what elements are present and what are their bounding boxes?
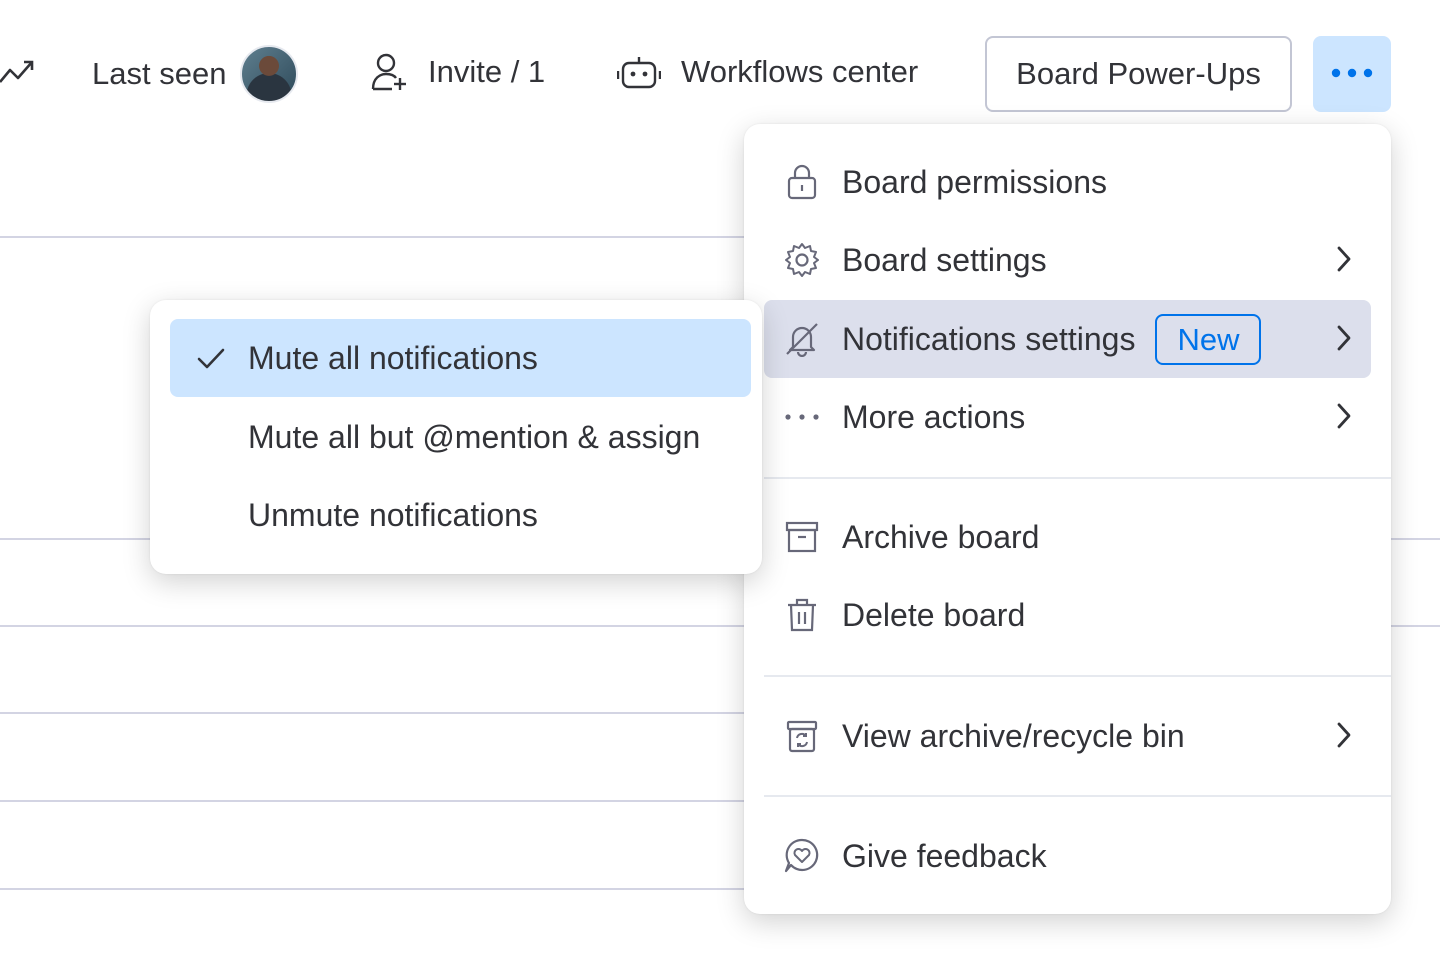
menu-item-label: More actions [842,398,1026,435]
menu-item-label: Delete board [842,596,1026,633]
board-row-divider [0,236,744,238]
chevron-right-icon [1333,240,1355,286]
board-row-divider [0,888,744,890]
menu-item-label: View archive/recycle bin [842,717,1185,754]
menu-item-board-settings[interactable]: Board settings [764,221,1371,299]
invite-button[interactable]: Invite / 1 [370,52,545,92]
menu-divider [764,477,1391,479]
menu-item-archive-board[interactable]: Archive board [764,498,1371,576]
menu-divider [764,795,1391,797]
chevron-right-icon [1333,716,1355,762]
submenu-item-mute-all-but-mention[interactable]: Mute all but @mention & assign [170,398,751,476]
board-row-divider [0,538,150,540]
invite-label: Invite / 1 [428,54,546,89]
chevron-right-icon [1333,397,1355,443]
checkmark-icon [196,344,226,381]
menu-item-notifications-settings[interactable]: Notifications settings New [764,300,1371,378]
board-power-ups-button[interactable]: Board Power-Ups [985,36,1292,112]
add-user-icon [370,52,408,92]
submenu-item-label: Unmute notifications [248,496,538,533]
menu-item-view-archive-recycle-bin[interactable]: View archive/recycle bin [764,697,1371,775]
menu-item-label: Give feedback [842,837,1047,874]
lock-icon [782,162,822,202]
menu-item-label: Board settings [842,241,1047,278]
menu-item-more-actions[interactable]: More actions [764,378,1371,456]
ellipsis-icon [1330,67,1374,82]
menu-item-label: Notifications settings [842,320,1136,357]
menu-item-give-feedback[interactable]: Give feedback [764,817,1371,895]
board-options-menu: Board permissions Board settings Notific… [744,124,1391,914]
last-seen-label: Last seen [92,56,227,91]
submenu-item-mute-all[interactable]: Mute all notifications [170,319,751,397]
board-row-divider [0,625,744,627]
ellipsis-icon [782,397,822,437]
robot-icon [617,52,661,92]
last-seen-button[interactable]: Last seen [92,45,299,103]
feedback-icon [782,836,822,876]
trash-icon [782,595,822,635]
avatar [240,45,299,103]
board-row-divider [0,712,744,714]
recycle-bin-icon [782,716,822,756]
menu-item-board-permissions[interactable]: Board permissions [764,143,1371,221]
workflows-label: Workflows center [681,54,919,89]
new-badge: New [1155,313,1262,365]
workflows-center-button[interactable]: Workflows center [617,52,918,92]
board-row-divider [1391,625,1440,627]
board-row-divider [1391,538,1440,540]
chevron-right-icon [1333,319,1355,365]
submenu-item-label: Mute all notifications [248,339,538,376]
board-row-divider [0,800,744,802]
submenu-item-unmute[interactable]: Unmute notifications [170,476,751,554]
archive-icon [782,517,822,557]
menu-item-delete-board[interactable]: Delete board [764,576,1371,654]
board-more-button[interactable] [1313,36,1391,112]
activity-button[interactable] [0,52,36,92]
gear-icon [782,240,822,280]
menu-item-label: Board permissions [842,163,1107,200]
notifications-settings-submenu: Mute all notifications Mute all but @men… [150,300,762,574]
submenu-item-label: Mute all but @mention & assign [248,418,701,455]
menu-item-label: Archive board [842,518,1040,555]
menu-divider [764,675,1391,677]
bell-off-icon [782,319,822,359]
activity-graph-icon [0,52,36,92]
